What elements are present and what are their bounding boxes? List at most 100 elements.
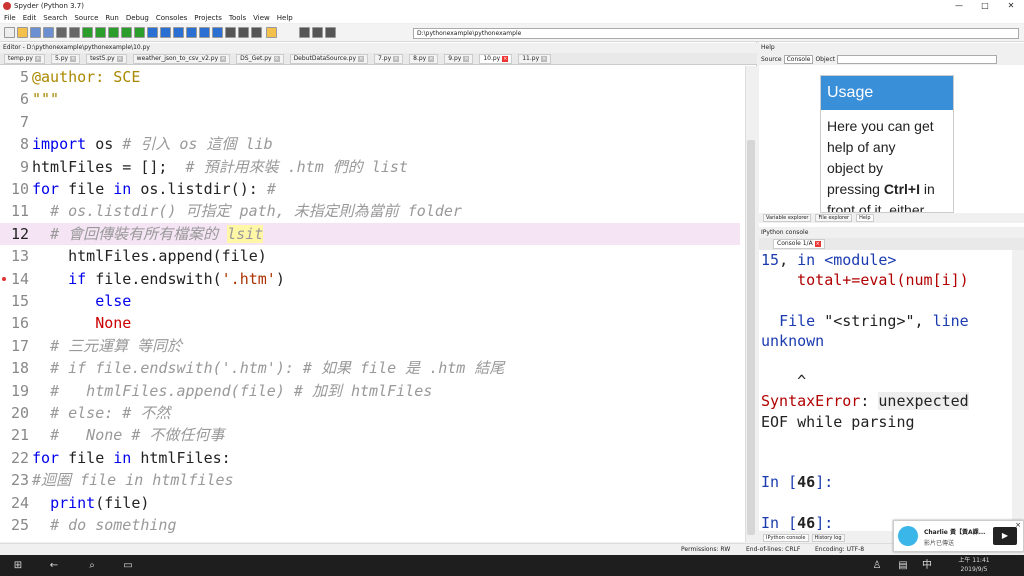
preferences-icon[interactable] (251, 27, 262, 38)
menu-debug[interactable]: Debug (126, 14, 149, 22)
code-line[interactable]: 13 htmlFiles.append(file) (0, 245, 740, 267)
menu-file[interactable]: File (4, 14, 16, 22)
menu-run[interactable]: Run (105, 14, 118, 22)
run-cell-advance-icon[interactable] (108, 27, 119, 38)
editor-tab[interactable]: 10.py × (479, 53, 513, 64)
network-icon[interactable]: ▤ (896, 555, 910, 576)
close-icon[interactable]: × (814, 241, 821, 247)
close-icon[interactable]: × (541, 55, 548, 62)
editor-tab[interactable]: DebutDataSource.py × (289, 53, 369, 64)
windows-start-icon[interactable]: ⊞ (8, 555, 28, 576)
back-icon[interactable] (299, 27, 310, 38)
close-icon[interactable]: × (70, 55, 77, 62)
people-icon[interactable]: ♙ (870, 555, 884, 576)
code-line[interactable]: 8 import os # 引入 os 這個 lib (0, 133, 740, 155)
maximize-button[interactable]: □ (972, 0, 998, 12)
code-line[interactable]: 11 # os.listdir() 可指定 path, 未指定則為當前 fold… (0, 200, 740, 222)
code-line[interactable]: 9 htmlFiles = []; # 預計用來裝 .htm 們的 list (0, 156, 740, 178)
new-file-icon[interactable] (4, 27, 15, 38)
save-all-icon[interactable] (43, 27, 54, 38)
menu-tools[interactable]: Tools (229, 14, 246, 22)
clock[interactable]: 上午 11:41 2019/9/5 (944, 555, 1004, 576)
code-line[interactable]: 12 # 會回傳裝有所有檔案的 lsit (0, 222, 740, 245)
close-button[interactable]: ✕ (998, 0, 1024, 12)
close-icon[interactable]: × (463, 55, 470, 62)
code-line[interactable]: 20 # else: # 不然 (0, 402, 740, 424)
editor-tab[interactable]: 8.py × (409, 53, 439, 64)
fullscreen-icon[interactable] (238, 27, 249, 38)
code-line[interactable]: 23 #迴圈 file in htmlfiles (0, 469, 740, 491)
video-thumbnail-icon[interactable]: ▶ (993, 527, 1017, 545)
code-line[interactable]: 24 print(file) (0, 492, 740, 514)
console-tab[interactable]: Console 1/A × (773, 239, 825, 249)
notification-popup[interactable]: Charlie 黃【黃A課... 影片已傳送 ▶ × (893, 520, 1024, 552)
task-view-icon[interactable]: ▭ (118, 555, 138, 576)
code-line[interactable]: 21 # None # 不做任何事 (0, 424, 740, 446)
code-line[interactable]: 25 # do something (0, 514, 740, 536)
up-icon[interactable] (325, 27, 336, 38)
working-directory-input[interactable]: D:\pythonexample\pythonexample (413, 28, 1019, 39)
close-icon[interactable]: × (358, 55, 365, 62)
run-selection-icon[interactable] (121, 27, 132, 38)
code-line[interactable]: 7 (0, 111, 740, 133)
continue-icon[interactable] (199, 27, 210, 38)
python-path-icon[interactable] (266, 27, 277, 38)
ime-icon[interactable]: 中 (920, 555, 934, 576)
code-line[interactable]: 17 # 三元運算 等同於 (0, 335, 740, 357)
menu-source[interactable]: Source (74, 14, 98, 22)
close-icon[interactable]: × (428, 55, 435, 62)
minimize-button[interactable]: — (946, 0, 972, 12)
editor-tab[interactable]: temp.py × (4, 53, 45, 64)
close-icon[interactable]: × (34, 55, 41, 62)
help-tab[interactable]: File explorer (815, 214, 853, 222)
at-icon[interactable] (69, 27, 80, 38)
menu-view[interactable]: View (253, 14, 270, 22)
console-bottom-tab[interactable]: IPython console (763, 534, 809, 542)
code-line[interactable]: 6 """ (0, 88, 740, 110)
close-icon[interactable]: × (1015, 521, 1021, 529)
code-line[interactable]: 15 else (0, 290, 740, 312)
close-icon[interactable]: × (220, 55, 227, 62)
code-line[interactable]: 19 # htmlFiles.append(file) # 加到 htmlFil… (0, 380, 740, 402)
code-line[interactable]: 18 # if file.endswith('.htm'): # 如果 file… (0, 357, 740, 379)
ipython-console[interactable]: 15, in <module> total+=eval(num[i]) File… (759, 250, 1012, 531)
close-icon[interactable]: × (116, 55, 123, 62)
forward-icon[interactable] (312, 27, 323, 38)
breakpoint-marker-icon[interactable] (2, 276, 6, 281)
editor-tab[interactable]: 11.py × (518, 53, 552, 64)
code-line[interactable]: 22 for file in htmlFiles: (0, 447, 740, 469)
close-icon[interactable]: × (273, 55, 280, 62)
step-into-icon[interactable] (173, 27, 184, 38)
run-icon[interactable] (82, 27, 93, 38)
editor-tab[interactable]: test5.py × (86, 53, 127, 64)
editor-scrollbar-thumb[interactable] (747, 140, 755, 535)
editor-tab[interactable]: 7.py × (374, 53, 404, 64)
help-tab[interactable]: Help (856, 214, 874, 222)
editor-tab[interactable]: 5.py × (50, 53, 81, 64)
menu-edit[interactable]: Edit (23, 14, 37, 22)
object-input[interactable] (836, 54, 997, 64)
close-icon[interactable]: × (502, 55, 509, 62)
stop-icon[interactable] (212, 27, 223, 38)
editor-tab[interactable]: weather_json_to_csv_v2.py × (132, 53, 231, 64)
editor-tab[interactable]: DS_Get.py × (236, 53, 284, 64)
browse-tabs-icon[interactable] (56, 27, 67, 38)
debug-icon[interactable] (147, 27, 158, 38)
code-line[interactable]: 5 @author: SCE (0, 66, 740, 88)
help-tab[interactable]: Variable explorer (763, 214, 812, 222)
console-scrollbar[interactable] (1013, 250, 1023, 531)
save-icon[interactable] (30, 27, 41, 38)
code-editor[interactable]: 5 @author: SCE 6 """ 7 8 import os # 引入 os 這個 … (0, 66, 740, 542)
code-line[interactable]: 10 for file in os.listdir(): # (0, 178, 740, 200)
menu-search[interactable]: Search (43, 14, 67, 22)
code-line[interactable]: 14 if file.endswith('.htm') (0, 268, 740, 290)
step-return-icon[interactable] (186, 27, 197, 38)
console-bottom-tab[interactable]: History log (811, 534, 845, 542)
maximize-icon[interactable] (225, 27, 236, 38)
close-icon[interactable]: × (393, 55, 400, 62)
menu-help[interactable]: Help (277, 14, 293, 22)
editor-tab[interactable]: 9.py × (444, 53, 474, 64)
search-icon[interactable]: ⌕ (82, 555, 102, 576)
code-line[interactable]: 16 None (0, 312, 740, 334)
source-select[interactable]: Console (783, 54, 814, 64)
